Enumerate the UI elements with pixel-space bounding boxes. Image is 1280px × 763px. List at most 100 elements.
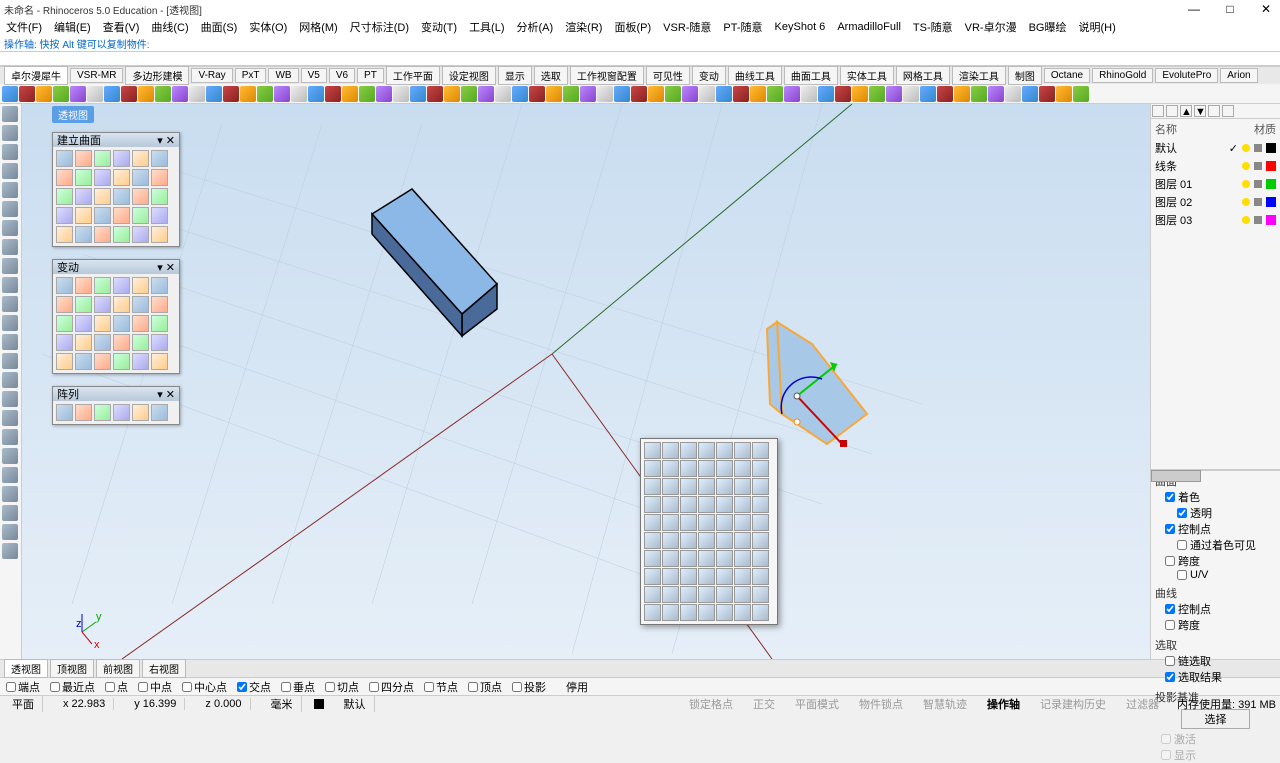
osnap-disable[interactable]: 停用 xyxy=(566,679,588,695)
toolbar-icon[interactable] xyxy=(835,86,851,102)
side-tool-icon[interactable] xyxy=(2,182,18,198)
menu-item[interactable]: 曲线(C) xyxy=(151,19,188,35)
toolbar-icon[interactable] xyxy=(19,86,35,102)
popup-tool-icon[interactable] xyxy=(680,550,697,567)
menu-item[interactable]: ArmadilloFull xyxy=(837,21,901,33)
side-tool-icon[interactable] xyxy=(2,201,18,217)
toolbar-icon[interactable] xyxy=(954,86,970,102)
display-sub-option[interactable]: 透明 xyxy=(1155,505,1276,521)
toolbar-icon[interactable] xyxy=(699,86,715,102)
panel-tool-icon[interactable] xyxy=(56,277,73,294)
panel-tool-icon[interactable] xyxy=(151,150,168,167)
panel-tool-icon[interactable] xyxy=(151,188,168,205)
toolbar-tab[interactable]: EvolutePro xyxy=(1155,68,1218,83)
side-tool-icon[interactable] xyxy=(2,429,18,445)
panel-tool-icon[interactable] xyxy=(113,150,130,167)
side-tool-icon[interactable] xyxy=(2,505,18,521)
toolbar-icon[interactable] xyxy=(988,86,1004,102)
toolbar-icon[interactable] xyxy=(444,86,460,102)
panel-tool-icon[interactable] xyxy=(56,150,73,167)
menu-item[interactable]: KeyShot 6 xyxy=(775,21,826,33)
osnap-option[interactable]: 顶点 xyxy=(468,679,502,695)
toolbar-icon[interactable] xyxy=(716,86,732,102)
popup-tool-icon[interactable] xyxy=(644,604,661,621)
display-option[interactable]: 着色 xyxy=(1155,489,1276,505)
osnap-option[interactable]: 点 xyxy=(105,679,128,695)
popup-tool-icon[interactable] xyxy=(644,514,661,531)
side-tool-icon[interactable] xyxy=(2,258,18,274)
side-tool-icon[interactable] xyxy=(2,391,18,407)
layer-swatch-icon[interactable] xyxy=(314,699,324,709)
popup-tool-icon[interactable] xyxy=(716,586,733,603)
panel-close-icon[interactable]: ▾ ✕ xyxy=(157,134,175,147)
panel-tool-icon[interactable] xyxy=(75,150,92,167)
toolbar-icon[interactable] xyxy=(1056,86,1072,102)
toolbar-tab[interactable]: 变动 xyxy=(692,66,726,85)
display-option[interactable]: 控制点 xyxy=(1155,521,1276,537)
layer-row[interactable]: 图层 02 xyxy=(1151,193,1280,211)
panel-tool-icon[interactable] xyxy=(56,169,73,186)
toolbar-icon[interactable] xyxy=(325,86,341,102)
toolbar-icon[interactable] xyxy=(70,86,86,102)
toolbar-icon[interactable] xyxy=(818,86,834,102)
osnap-option[interactable]: 中点 xyxy=(138,679,172,695)
panel-tool-icon[interactable] xyxy=(113,315,130,332)
panel-tool-icon[interactable] xyxy=(56,315,73,332)
side-tool-icon[interactable] xyxy=(2,239,18,255)
popup-tool-icon[interactable] xyxy=(680,496,697,513)
toolbar-tab[interactable]: WB xyxy=(268,68,298,83)
toolbar-icon[interactable] xyxy=(223,86,239,102)
toolbar-icon[interactable] xyxy=(767,86,783,102)
filter-icon[interactable] xyxy=(1208,105,1220,117)
osnap-option[interactable]: 交点 xyxy=(237,679,271,695)
popup-tool-icon[interactable] xyxy=(662,568,679,585)
menu-item[interactable]: 网格(M) xyxy=(299,19,338,35)
toolbar-icon[interactable] xyxy=(563,86,579,102)
panel-create-surface[interactable]: 建立曲面▾ ✕ xyxy=(52,132,180,247)
panel-tool-icon[interactable] xyxy=(75,277,92,294)
toolbar-icon[interactable] xyxy=(36,86,52,102)
popup-tool-icon[interactable] xyxy=(752,460,769,477)
status-plane[interactable]: 平面 xyxy=(4,696,43,712)
display-sub-option[interactable]: 通过着色可见 xyxy=(1155,537,1276,553)
popup-tool-icon[interactable] xyxy=(662,460,679,477)
panel-tool-icon[interactable] xyxy=(94,277,111,294)
popup-tool-icon[interactable] xyxy=(662,532,679,549)
panel-tool-icon[interactable] xyxy=(132,188,149,205)
toolbar-tab[interactable]: RhinoGold xyxy=(1092,68,1153,83)
popup-tool-icon[interactable] xyxy=(716,604,733,621)
panel-tool-icon[interactable] xyxy=(132,169,149,186)
panel-tool-icon[interactable] xyxy=(94,353,111,370)
toolbar-tab[interactable]: 渲染工具 xyxy=(952,66,1006,85)
delete-layer-icon[interactable] xyxy=(1166,105,1178,117)
popup-tool-icon[interactable] xyxy=(698,550,715,567)
toolbar-tab[interactable]: Arion xyxy=(1220,68,1257,83)
popup-tool-icon[interactable] xyxy=(662,550,679,567)
toolbar-tab[interactable]: 多边形建模 xyxy=(125,66,189,85)
popup-tool-icon[interactable] xyxy=(752,478,769,495)
panel-tool-icon[interactable] xyxy=(151,315,168,332)
layer-scrollbar[interactable] xyxy=(1151,469,1280,471)
panel-tool-icon[interactable] xyxy=(94,226,111,243)
panel-tool-icon[interactable] xyxy=(94,207,111,224)
panel-tool-icon[interactable] xyxy=(132,334,149,351)
layer-row[interactable]: 线条 xyxy=(1151,157,1280,175)
panel-tool-icon[interactable] xyxy=(113,334,130,351)
new-layer-icon[interactable] xyxy=(1152,105,1164,117)
toolbar-tab[interactable]: VSR-MR xyxy=(70,68,123,83)
menu-item[interactable]: 面板(P) xyxy=(614,19,651,35)
panel-tool-icon[interactable] xyxy=(75,188,92,205)
status-toggle[interactable]: 正交 xyxy=(747,696,781,712)
side-tool-icon[interactable] xyxy=(2,467,18,483)
toolbar-tab[interactable]: 制图 xyxy=(1008,66,1042,85)
color-swatch[interactable] xyxy=(1266,179,1276,189)
toolbar-icon[interactable] xyxy=(614,86,630,102)
box-object-1[interactable] xyxy=(372,189,497,336)
gumball-scale-handle[interactable] xyxy=(794,419,800,425)
toolbar-icon[interactable] xyxy=(427,86,443,102)
panel-tool-icon[interactable] xyxy=(132,315,149,332)
color-swatch[interactable] xyxy=(1266,215,1276,225)
osnap-option[interactable]: 最近点 xyxy=(50,679,95,695)
side-tool-icon[interactable] xyxy=(2,448,18,464)
popup-tool-icon[interactable] xyxy=(662,604,679,621)
